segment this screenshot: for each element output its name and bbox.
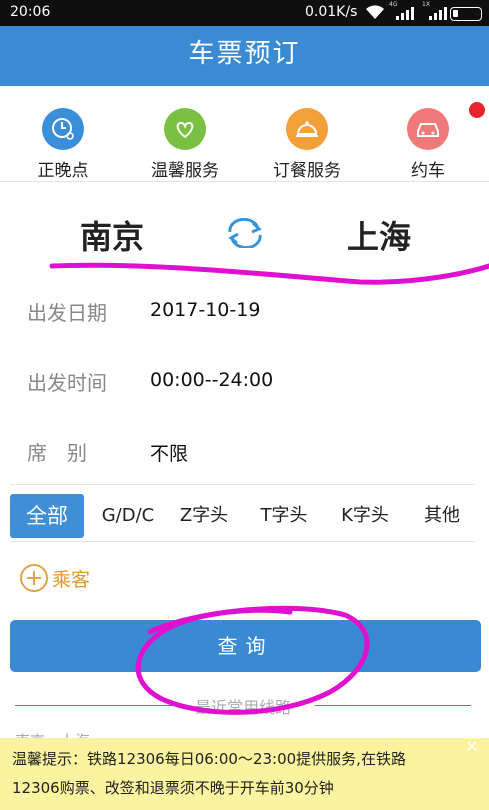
recent-routes-title: 最近常用线路: [195, 698, 292, 717]
seat-row[interactable]: 席 别 不限: [10, 415, 475, 485]
tab-gdc[interactable]: G/D/C: [92, 494, 164, 538]
service-delay-status[interactable]: 正晚点: [8, 108, 118, 181]
service-meal[interactable]: 订餐服务: [252, 108, 362, 181]
notice-banner: 温馨提示：铁路12306每日06:00～23:00提供服务,在铁路 12306购…: [0, 738, 489, 810]
clock-icon: [42, 108, 84, 150]
route-selector: 南京 上海: [0, 182, 489, 270]
service-car[interactable]: 约车: [373, 102, 485, 181]
passenger-label: 乘客: [52, 569, 91, 591]
arrival-station[interactable]: 上海: [347, 212, 411, 258]
recent-routes-header: 最近常用线路: [15, 694, 471, 718]
battery-icon: [450, 7, 482, 21]
seat-value: 不限: [150, 443, 189, 465]
swap-icon[interactable]: [224, 217, 266, 252]
network-speed: 0.01K/s: [305, 4, 358, 20]
cloche-icon: [286, 108, 328, 150]
divider: [15, 705, 187, 706]
signal-icon: 4G: [389, 2, 414, 20]
notice-line: 12306购票、改签和退票须不晚于开车前30分钟: [12, 779, 334, 797]
tab-k[interactable]: K字头: [334, 494, 396, 538]
status-time: 20:06: [10, 4, 51, 20]
seat-label: 席 别: [27, 441, 87, 465]
service-label: 订餐服务: [273, 161, 341, 181]
signal-icon: 1X: [422, 2, 447, 20]
query-button[interactable]: 查询: [10, 620, 481, 672]
tab-all[interactable]: 全部: [10, 494, 84, 538]
time-label: 出发时间: [27, 371, 107, 395]
train-type-tabs: 全部 G/D/C Z字头 T字头 K字头 其他: [10, 492, 475, 542]
tab-other[interactable]: 其他: [414, 494, 470, 538]
departure-station[interactable]: 南京: [80, 212, 144, 258]
service-warm[interactable]: 温馨服务: [130, 108, 240, 181]
wifi-icon: [365, 4, 385, 24]
notice-line: 温馨提示：铁路12306每日06:00～23:00提供服务,在铁路: [12, 750, 406, 768]
heart-hands-icon: [164, 108, 206, 150]
tab-z[interactable]: Z字头: [174, 494, 234, 538]
service-label: 正晚点: [37, 161, 89, 181]
close-icon[interactable]: ✕: [463, 738, 481, 756]
plus-circle-icon: [20, 564, 48, 592]
status-bar: 20:06 0.01K/s 4G 1X: [0, 0, 489, 26]
date-label: 出发日期: [27, 301, 107, 325]
notification-badge: [469, 102, 485, 118]
date-row[interactable]: 出发日期 2017-10-19: [10, 275, 475, 345]
service-label: 约车: [411, 161, 445, 181]
divider: [315, 705, 471, 706]
quick-services: 正晚点 温馨服务 订餐服务 约车: [0, 86, 489, 182]
service-label: 温馨服务: [151, 161, 219, 181]
tab-t[interactable]: T字头: [254, 494, 314, 538]
time-row[interactable]: 出发时间 00:00--24:00: [10, 345, 475, 415]
date-value: 2017-10-19: [150, 299, 261, 321]
page-title: 车票预订: [0, 26, 489, 86]
time-value: 00:00--24:00: [150, 369, 274, 391]
car-icon: [407, 102, 485, 150]
